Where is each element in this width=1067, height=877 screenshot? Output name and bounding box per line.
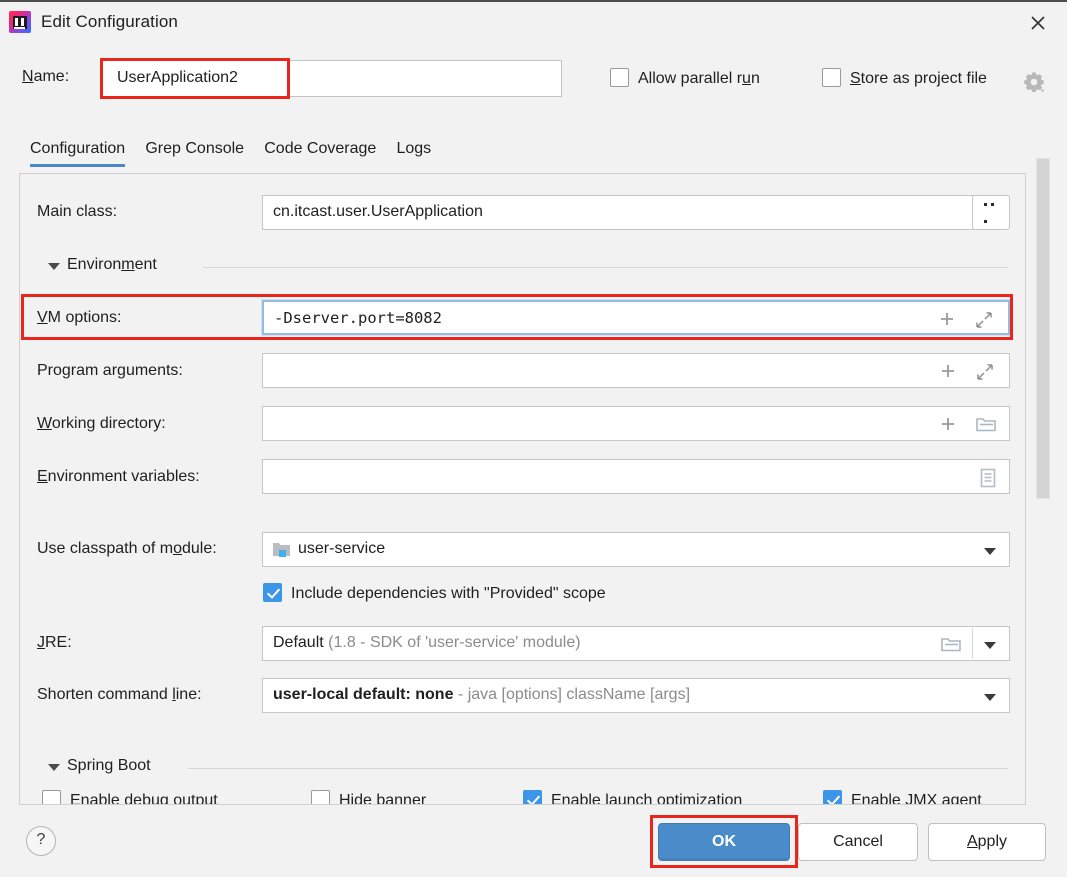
shorten-command-line-value: user-local default: none - java [options… xyxy=(273,686,690,704)
configuration-content-panel: Main class: cn.itcast.user.UserApplicati… xyxy=(19,173,1026,805)
working-directory-browse-folder-icon[interactable] xyxy=(976,416,996,433)
edit-configuration-dialog: Edit Configuration Name: UserApplication… xyxy=(0,0,1067,877)
spring-boot-collapse-triangle-icon[interactable] xyxy=(48,764,60,771)
vm-options-add-icon[interactable] xyxy=(938,310,956,328)
ok-button[interactable]: OK xyxy=(658,823,790,861)
jre-value: Default (1.8 - SDK of 'user-service' mod… xyxy=(273,634,581,652)
vm-options-label: VM options: xyxy=(37,309,122,326)
environment-variables-edit-icon[interactable] xyxy=(979,468,997,488)
main-class-label: Main class: xyxy=(37,203,118,220)
window-title: Edit Configuration xyxy=(41,12,178,31)
module-folder-icon xyxy=(272,541,292,559)
environment-variables-input[interactable] xyxy=(262,459,1010,494)
shorten-command-line-label: Shorten command line: xyxy=(37,686,202,703)
cancel-button[interactable]: Cancel xyxy=(798,823,918,861)
jre-label: JRE: xyxy=(37,634,72,651)
allow-parallel-run-label: Allow parallel run xyxy=(638,70,760,87)
shorten-command-line-value-dim: - java [options] className [args] xyxy=(457,686,691,703)
enable-launch-optimization-checkbox[interactable] xyxy=(523,790,542,804)
use-classpath-of-module-label: Use classpath of module: xyxy=(37,540,217,557)
include-provided-scope-label: Include dependencies with "Provided" sco… xyxy=(291,585,606,602)
content-scrollbar-thumb[interactable] xyxy=(1036,158,1050,499)
tab-bar: Configuration Grep Console Code Coverage… xyxy=(30,140,447,174)
enable-launch-optimization-checkbox-row[interactable]: Enable launch optimization xyxy=(523,790,743,805)
tab-code-coverage[interactable]: Code Coverage xyxy=(264,140,376,167)
name-input-value: UserApplication2 xyxy=(117,69,238,86)
main-class-browse-button[interactable] xyxy=(972,195,1010,230)
store-as-project-file-label: Store as project file xyxy=(850,70,987,87)
close-icon[interactable] xyxy=(1026,11,1050,35)
help-button-label: ? xyxy=(36,831,46,848)
chevron-down-icon xyxy=(984,548,996,555)
shorten-command-line-value-strong: user-local default: none xyxy=(273,686,454,703)
main-class-value: cn.itcast.user.UserApplication xyxy=(273,203,483,220)
hide-banner-label: Hide banner xyxy=(339,792,427,805)
enable-jmx-agent-checkbox[interactable] xyxy=(823,790,842,804)
tab-configuration[interactable]: Configuration xyxy=(30,140,126,167)
vm-options-value: -Dserver.port=8082 xyxy=(274,309,442,327)
allow-parallel-run-checkbox-row[interactable]: Allow parallel run xyxy=(610,68,760,88)
gear-dropdown-icon[interactable] xyxy=(1022,70,1046,94)
ellipsis-icon xyxy=(982,196,1000,230)
use-classpath-of-module-value: user-service xyxy=(298,540,386,557)
environment-section-label: Environment xyxy=(67,256,157,273)
hide-banner-checkbox-row[interactable]: Hide banner xyxy=(311,790,427,805)
program-arguments-expand-icon[interactable] xyxy=(976,363,994,381)
environment-variables-label: Environment variables: xyxy=(37,468,200,485)
vm-options-expand-icon[interactable] xyxy=(975,311,993,329)
enable-debug-output-checkbox-row[interactable]: Enable debug output xyxy=(42,790,218,805)
jre-select[interactable]: Default (1.8 - SDK of 'user-service' mod… xyxy=(262,626,1010,661)
chevron-down-icon xyxy=(984,642,996,649)
program-arguments-input[interactable] xyxy=(262,353,1010,388)
enable-jmx-agent-label: Enable JMX agent xyxy=(851,792,982,805)
program-arguments-label: Program arguments: xyxy=(37,362,183,379)
program-arguments-add-icon[interactable] xyxy=(939,362,957,380)
name-input[interactable]: UserApplication2 xyxy=(102,60,562,97)
store-as-project-file-checkbox-row[interactable]: Store as project file xyxy=(822,68,987,88)
working-directory-label: Working directory: xyxy=(37,415,166,432)
jre-browse-folder-icon[interactable] xyxy=(941,636,961,653)
environment-collapse-triangle-icon[interactable] xyxy=(48,263,60,270)
vm-options-input[interactable]: -Dserver.port=8082 xyxy=(261,299,1011,336)
working-directory-add-icon[interactable] xyxy=(939,415,957,433)
shorten-command-line-select[interactable]: user-local default: none - java [options… xyxy=(262,678,1010,713)
enable-debug-output-label: Enable debug output xyxy=(70,792,218,805)
enable-launch-optimization-label: Enable launch optimization xyxy=(551,792,743,805)
allow-parallel-run-checkbox[interactable] xyxy=(610,68,629,87)
include-provided-scope-checkbox[interactable] xyxy=(263,583,282,602)
title-bar: Edit Configuration xyxy=(0,0,1067,42)
intellij-idea-icon xyxy=(9,11,31,33)
use-classpath-of-module-select[interactable]: user-service xyxy=(262,532,1010,567)
store-as-project-file-checkbox[interactable] xyxy=(822,68,841,87)
chevron-down-icon xyxy=(984,694,996,701)
hide-banner-checkbox[interactable] xyxy=(311,790,330,804)
name-label: Name: xyxy=(22,68,70,85)
tab-logs[interactable]: Logs xyxy=(396,140,431,167)
enable-jmx-agent-checkbox-row[interactable]: Enable JMX agent xyxy=(823,790,982,805)
main-class-input[interactable]: cn.itcast.user.UserApplication xyxy=(262,195,987,230)
help-button[interactable]: ? xyxy=(26,826,56,856)
tab-grep-console[interactable]: Grep Console xyxy=(145,140,244,167)
jre-value-strong: Default xyxy=(273,634,324,651)
enable-debug-output-checkbox[interactable] xyxy=(42,790,61,804)
jre-value-dim: (1.8 - SDK of 'user-service' module) xyxy=(328,634,581,651)
spring-boot-section-label: Spring Boot xyxy=(67,757,151,774)
spring-boot-section-header: Spring Boot xyxy=(48,757,1008,779)
apply-button[interactable]: Apply xyxy=(928,823,1046,861)
environment-section-header: Environment xyxy=(48,256,1008,278)
working-directory-input[interactable] xyxy=(262,406,1010,441)
include-provided-scope-checkbox-row[interactable]: Include dependencies with "Provided" sco… xyxy=(263,583,606,603)
